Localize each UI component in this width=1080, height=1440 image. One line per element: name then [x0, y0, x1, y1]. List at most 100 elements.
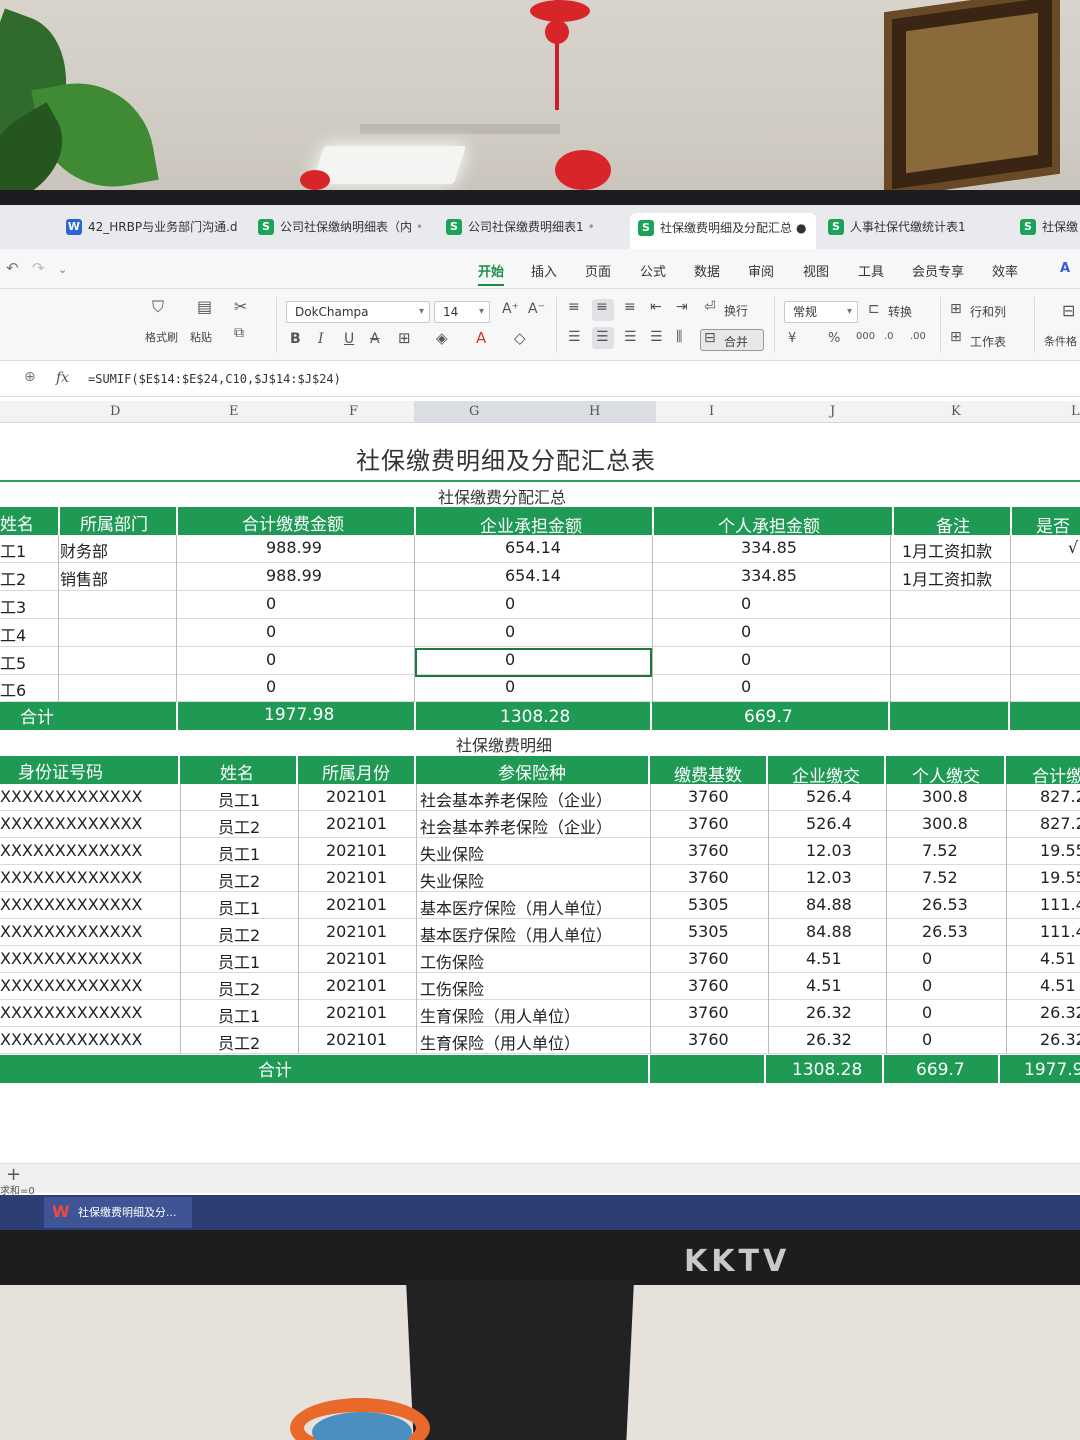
table-cell[interactable]: 0	[741, 650, 751, 669]
table-cell[interactable]: 988.99	[266, 538, 322, 557]
table-cell[interactable]: 工4	[0, 622, 26, 646]
bold-icon[interactable]: B	[290, 331, 301, 347]
table-cell[interactable]: 财务部	[60, 538, 108, 562]
table-cell[interactable]: 1月工资扣款	[902, 538, 992, 562]
distributed-icon[interactable]: ⫼	[676, 329, 682, 345]
header-base[interactable]: 缴费基数	[674, 761, 742, 786]
close-icon[interactable]: •	[416, 220, 423, 234]
format-painter-label[interactable]: 格式刷	[145, 329, 178, 345]
table-cell[interactable]: XXXXXXXXXXXXX	[0, 1003, 143, 1022]
table-cell[interactable]: 26.32	[806, 1003, 852, 1022]
menu-insert[interactable]: 插入	[531, 261, 557, 280]
menu-data[interactable]: 数据	[694, 261, 720, 280]
table-cell[interactable]: 4.51	[806, 976, 842, 995]
header-name[interactable]: 姓名	[220, 759, 254, 784]
decrease-font-icon[interactable]: A⁻	[528, 301, 545, 317]
align-top-icon[interactable]: ≡	[568, 299, 580, 315]
table-cell[interactable]: 员工1	[218, 1003, 260, 1027]
table-cell[interactable]: 员工1	[218, 895, 260, 919]
header-insurance-type[interactable]: 参保险种	[498, 759, 566, 784]
active-cell-selection[interactable]	[415, 648, 652, 677]
table-cell[interactable]: 0	[266, 594, 276, 613]
table-cell[interactable]: 3760	[688, 1030, 729, 1049]
increase-decimal-icon[interactable]: .0	[884, 331, 894, 342]
table-cell[interactable]: 300.8	[922, 787, 968, 806]
summary-total-company[interactable]: 1308.28	[500, 707, 570, 727]
summary-total-personal[interactable]: 669.7	[744, 707, 793, 727]
copy-icon[interactable]: ⧉	[234, 325, 244, 341]
detail-total-sum[interactable]: 1977.9	[1024, 1060, 1080, 1080]
table-cell[interactable]: 5305	[688, 895, 729, 914]
convert-button[interactable]: 转换	[888, 303, 912, 320]
tab-document-5[interactable]: S 人事社保代缴统计表1	[828, 218, 1004, 244]
column-header-l[interactable]: L	[1071, 404, 1080, 419]
table-cell[interactable]: 0	[922, 1030, 932, 1049]
table-cell[interactable]: 4.51	[1040, 949, 1076, 968]
table-cell[interactable]: 26.32	[1040, 1003, 1080, 1022]
wrap-text-icon[interactable]: ⏎	[704, 299, 716, 315]
detail-total-personal[interactable]: 669.7	[916, 1060, 965, 1080]
fill-color-icon[interactable]: ◈	[436, 329, 448, 347]
table-cell[interactable]: 26.53	[922, 922, 968, 941]
formula-input[interactable]: =SUMIF($E$14:$E$24,C10,$J$14:$J$24)	[88, 372, 341, 386]
table-cell[interactable]: 202101	[326, 895, 387, 914]
table-cell[interactable]: XXXXXXXXXXXXX	[0, 922, 143, 941]
summary-total-amount[interactable]: 1977.98	[264, 705, 334, 725]
font-family-select[interactable]: DokChampa ▾	[286, 301, 430, 323]
table-cell[interactable]: 工3	[0, 594, 26, 618]
table-cell[interactable]: 员工2	[218, 868, 260, 892]
table-cell[interactable]: 0	[741, 622, 751, 641]
table-cell[interactable]: 202101	[326, 841, 387, 860]
column-header-j[interactable]: J	[830, 404, 835, 419]
header-total-amount[interactable]: 合计缴费金额	[242, 510, 344, 535]
table-cell[interactable]: 3760	[688, 976, 729, 995]
table-cell[interactable]: 基本医疗保险（用人单位）	[420, 895, 612, 919]
table-cell[interactable]: 0	[922, 1003, 932, 1022]
table-cell[interactable]: 员工2	[218, 976, 260, 1000]
table-cell[interactable]: 5305	[688, 922, 729, 941]
table-cell[interactable]: 111.4	[1040, 895, 1080, 914]
number-format-select[interactable]: 常规 ▾	[784, 301, 858, 323]
column-header-i[interactable]: I	[709, 404, 714, 419]
sheet-title[interactable]: 社保缴费明细及分配汇总表	[356, 441, 656, 476]
table-cell[interactable]: XXXXXXXXXXXXX	[0, 868, 143, 887]
tab-document-6[interactable]: S 社保缴	[1020, 218, 1080, 244]
table-cell[interactable]: 526.4	[806, 814, 852, 833]
table-cell[interactable]: 26.32	[806, 1030, 852, 1049]
menu-view[interactable]: 视图	[803, 261, 829, 280]
row-col-button[interactable]: 行和列	[970, 303, 1006, 320]
header-remark[interactable]: 备注	[936, 512, 970, 537]
row-col-icon[interactable]: ⊞	[950, 301, 962, 317]
table-cell[interactable]: XXXXXXXXXXXXX	[0, 976, 143, 995]
paste-icon[interactable]: ▤	[197, 297, 212, 316]
convert-icon[interactable]: ⊏	[868, 301, 880, 317]
tab-document-2[interactable]: S 公司社保缴纳明细表（内 •	[258, 218, 430, 244]
menu-home[interactable]: 开始	[478, 261, 505, 286]
table-cell[interactable]: 员工1	[218, 949, 260, 973]
merge-button[interactable]: 合并	[724, 333, 748, 350]
table-cell[interactable]: XXXXXXXXXXXXX	[0, 841, 143, 860]
table-cell[interactable]: 0	[505, 622, 515, 641]
table-cell[interactable]: 26.53	[922, 895, 968, 914]
table-cell[interactable]: 生育保险（用人单位）	[420, 1030, 580, 1054]
table-cell[interactable]: 202101	[326, 1030, 387, 1049]
column-header-h[interactable]: H	[589, 404, 600, 419]
table-cell[interactable]: 19.55	[1040, 868, 1080, 887]
strikethrough-icon[interactable]: A	[370, 331, 380, 347]
table-cell[interactable]: 0	[266, 677, 276, 696]
header-personal-amount[interactable]: 个人承担金额	[718, 512, 820, 537]
menu-efficiency[interactable]: 效率	[992, 261, 1018, 280]
table-cell[interactable]: XXXXXXXXXXXXX	[0, 814, 143, 833]
detail-total-label[interactable]: 合计	[258, 1056, 292, 1081]
function-icon[interactable]: fx	[56, 370, 69, 386]
table-cell[interactable]: 19.55	[1040, 841, 1080, 860]
wrap-text-button[interactable]: 换行	[724, 302, 748, 319]
table-cell[interactable]: 工6	[0, 677, 26, 701]
table-cell[interactable]: √	[1068, 538, 1078, 557]
table-cell[interactable]: 7.52	[922, 868, 958, 887]
thousands-icon[interactable]: 000	[856, 331, 875, 342]
table-cell[interactable]: 社会基本养老保险（企业）	[420, 787, 612, 811]
table-cell[interactable]: 526.4	[806, 787, 852, 806]
header-id-number[interactable]: 身份证号码	[18, 758, 103, 783]
summary-subtitle[interactable]: 社保缴费分配汇总	[438, 484, 566, 508]
